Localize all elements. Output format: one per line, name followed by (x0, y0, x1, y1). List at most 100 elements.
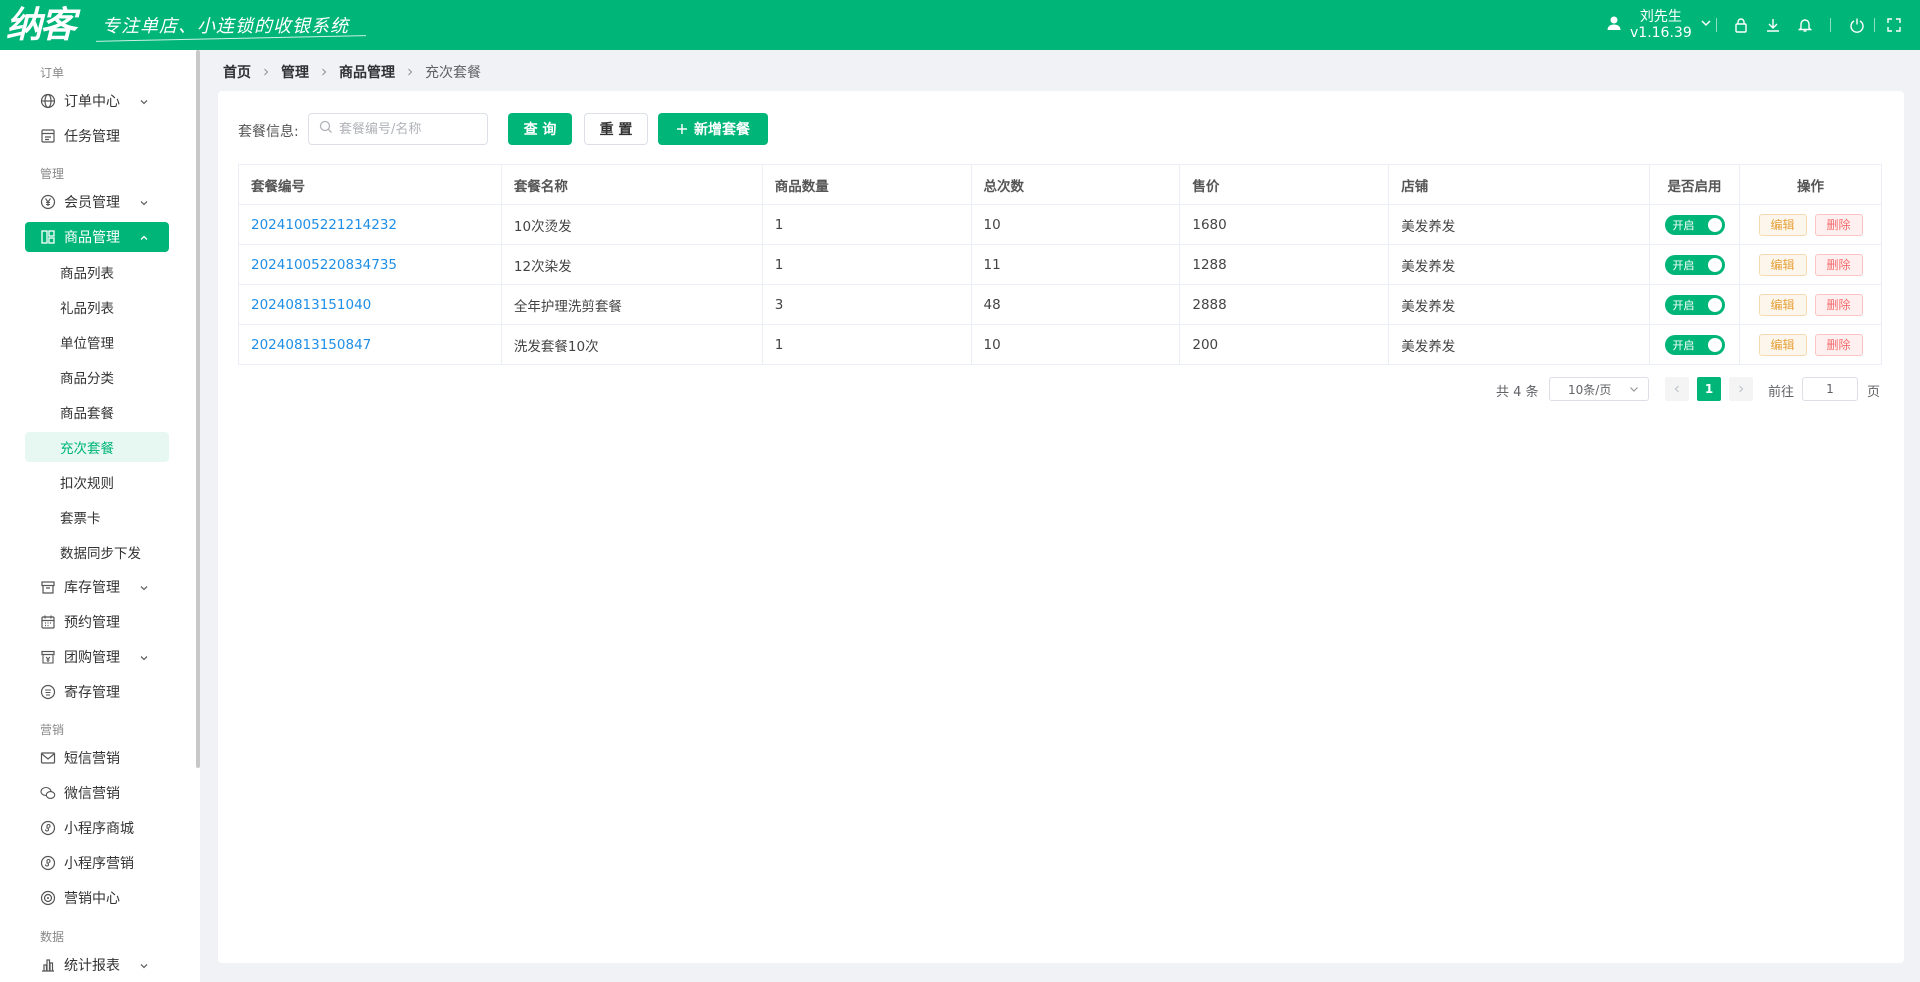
delete-button[interactable]: 删除 (1814, 253, 1863, 276)
user-icon (1606, 15, 1622, 35)
sidebar-group-order: 订单 (40, 66, 65, 80)
toggle-label: 开启 (1672, 258, 1695, 272)
sidebar-item-deposit-manage[interactable]: 寄存管理 (25, 677, 169, 707)
calendar-icon (40, 614, 56, 630)
sidebar-item-sms-marketing[interactable]: 短信营销 (25, 743, 169, 773)
sidebar-item-group-buy-manage[interactable]: 团购管理 (25, 642, 169, 672)
grid-icon (40, 229, 56, 245)
prev-page-button[interactable] (1665, 377, 1689, 401)
breadcrumb-current: 充次套餐 (425, 65, 481, 81)
sidebar-item-stock-manage[interactable]: 库存管理 (25, 572, 169, 602)
package-code-link[interactable]: 20241005220834735 (238, 244, 502, 285)
package-code-link[interactable]: 20241005221214232 (238, 204, 502, 245)
query-button[interactable]: 查 询 (508, 113, 572, 145)
breadcrumb: 首页 管理 商品管理 充次套餐 (223, 62, 481, 82)
search-box[interactable] (308, 113, 488, 145)
sidebar-subitem-goods-category[interactable]: 商品分类 (25, 362, 169, 392)
sidebar-item-stat-report[interactable]: 统计报表 (25, 950, 169, 980)
sidebar-subitem-data-sync[interactable]: 数据同步下发 (25, 537, 169, 567)
sidebar-subitem-recharge-package[interactable]: 充次套餐 (25, 432, 169, 462)
toggle-label: 开启 (1672, 218, 1695, 232)
page-size-select[interactable]: 10条/页 (1549, 377, 1649, 401)
column-header: 商品数量 (761, 164, 972, 205)
sidebar-item-wechat-marketing[interactable]: 微信营销 (25, 778, 169, 808)
chevron-down-icon (139, 581, 149, 597)
deposit-icon (40, 684, 56, 700)
header-divider (1716, 18, 1717, 32)
breadcrumb-goods-manage[interactable]: 商品管理 (339, 62, 395, 82)
sidebar-group-manage: 管理 (40, 167, 65, 181)
chevron-right-icon (319, 67, 329, 77)
enable-toggle[interactable]: 开启 (1664, 294, 1725, 315)
edit-button[interactable]: 编辑 (1758, 253, 1807, 276)
miniprogram-icon (40, 820, 56, 836)
package-table: 套餐编号 套餐名称 商品数量 总次数 售价 店铺 是否启用 操作 2024100… (238, 164, 1882, 365)
shop: 美发养发 (1388, 324, 1651, 365)
sidebar-subitem-gift-list[interactable]: 礼品列表 (25, 292, 169, 322)
price: 1680 (1179, 204, 1390, 245)
chevron-down-icon (139, 959, 149, 975)
target-icon (40, 890, 56, 906)
search-input[interactable] (339, 121, 479, 137)
sidebar-subitem-ticket-card[interactable]: 套票卡 (25, 502, 169, 532)
power-icon[interactable] (1847, 15, 1867, 35)
sidebar-subitem-deduct-rules[interactable]: 扣次规则 (25, 467, 169, 497)
sidebar-item-label: 小程序营销 (64, 856, 134, 872)
sidebar-item-label: 商品管理 (64, 230, 120, 246)
column-header: 店铺 (1388, 164, 1651, 205)
sidebar-subitem-goods-package[interactable]: 商品套餐 (25, 397, 169, 427)
page-number-current[interactable]: 1 (1697, 377, 1721, 401)
edit-button[interactable]: 编辑 (1758, 293, 1807, 316)
breadcrumb-home[interactable]: 首页 (223, 62, 251, 82)
app-version: v1.16.39 (1630, 25, 1692, 41)
box-icon (40, 579, 56, 595)
column-header: 套餐编号 (238, 164, 502, 205)
enable-toggle[interactable]: 开启 (1664, 254, 1725, 275)
goods-quantity: 1 (761, 324, 972, 365)
add-package-button[interactable]: 新增套餐 (658, 113, 768, 145)
sidebar-item-booking-manage[interactable]: 预约管理 (25, 607, 169, 637)
user-name: 刘先生 (1639, 9, 1682, 25)
edit-button[interactable]: 编辑 (1758, 213, 1807, 236)
lock-icon[interactable] (1731, 15, 1751, 35)
package-name: 12次染发 (500, 244, 763, 285)
enable-toggle[interactable]: 开启 (1664, 334, 1725, 355)
breadcrumb-manage[interactable]: 管理 (281, 62, 309, 82)
sidebar-subitem-goods-list[interactable]: 商品列表 (25, 257, 169, 287)
logo: 纳客 (6, 4, 76, 46)
user-menu[interactable]: 刘先生 v1.16.39 (1606, 7, 1712, 43)
delete-button[interactable]: 删除 (1814, 293, 1863, 316)
plus-icon (676, 123, 688, 135)
package-code-link[interactable]: 20240813151040 (238, 284, 502, 325)
sidebar-group-marketing: 营销 (40, 723, 65, 737)
sidebar-item-label: 会员管理 (64, 195, 120, 211)
enable-toggle[interactable]: 开启 (1664, 214, 1725, 235)
table-row: 20241005221214232 10次烫发 1 10 1680 美发养发 开… (238, 204, 1882, 245)
chevron-left-icon (1674, 385, 1679, 393)
fullscreen-icon[interactable] (1884, 15, 1904, 35)
reset-button[interactable]: 重 置 (584, 113, 648, 145)
main-card: 套餐信息: 查 询 重 置 新增套餐 套餐编号 套餐名称 商品数量 总次数 售价… (218, 91, 1904, 963)
sidebar-item-task-manage[interactable]: 任务管理 (25, 121, 169, 151)
sidebar-item-order-center[interactable]: 订单中心 (25, 86, 169, 116)
total-times: 11 (970, 244, 1181, 285)
globe-icon (40, 93, 56, 109)
sidebar-subitem-unit-manage[interactable]: 单位管理 (25, 327, 169, 357)
sidebar-item-member-manage[interactable]: 会员管理 (25, 187, 169, 217)
delete-button[interactable]: 删除 (1814, 213, 1863, 236)
sidebar-scrollbar[interactable] (196, 50, 200, 768)
bell-icon[interactable] (1795, 15, 1815, 35)
delete-button[interactable]: 删除 (1814, 333, 1863, 356)
download-icon[interactable] (1763, 15, 1783, 35)
package-code-link[interactable]: 20240813150847 (238, 324, 502, 365)
miniprogram-icon (40, 855, 56, 871)
edit-button[interactable]: 编辑 (1758, 333, 1807, 356)
column-header: 总次数 (970, 164, 1181, 205)
sidebar-item-mini-marketing[interactable]: 小程序营销 (25, 848, 169, 878)
goto-page-input[interactable] (1802, 377, 1858, 401)
next-page-button[interactable] (1729, 377, 1753, 401)
pagination-total: 共 4 条 (1496, 385, 1539, 400)
sidebar-item-goods-manage[interactable]: 商品管理 (25, 222, 169, 252)
sidebar-item-mini-mall[interactable]: 小程序商城 (25, 813, 169, 843)
sidebar-item-marketing-center[interactable]: 营销中心 (25, 883, 169, 913)
